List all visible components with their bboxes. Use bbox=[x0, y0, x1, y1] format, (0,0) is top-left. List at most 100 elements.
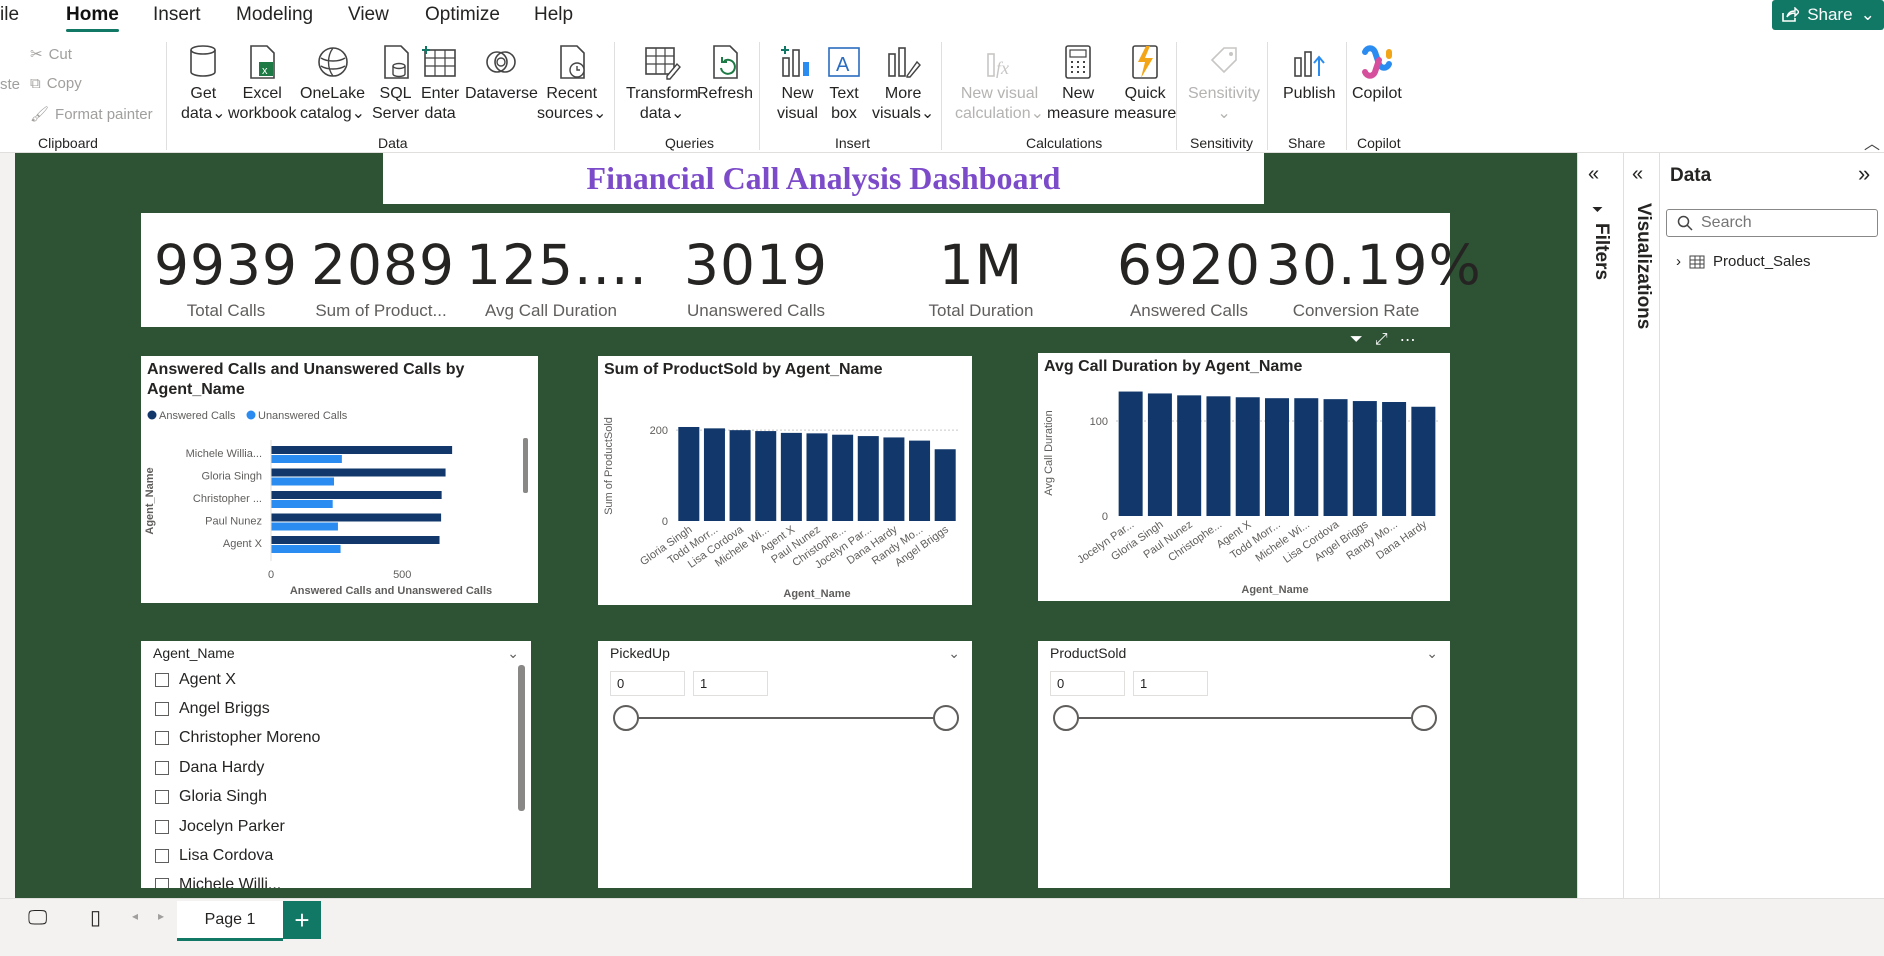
menu-help[interactable]: Help bbox=[534, 4, 573, 26]
filter-icon[interactable]: ⏷ bbox=[1350, 331, 1363, 349]
more-visuals-button[interactable]: More visuals⌄ bbox=[872, 44, 934, 124]
y-tick-label: 100 bbox=[1090, 416, 1108, 428]
scissors-icon: ✂ bbox=[30, 46, 43, 63]
range-max-handle[interactable] bbox=[933, 705, 959, 731]
menu-insert[interactable]: Insert bbox=[153, 4, 201, 26]
recent-sources-button[interactable]: Recent sources⌄ bbox=[537, 44, 606, 124]
format-painter-button[interactable]: 🖌 Format painter bbox=[30, 105, 153, 124]
new-visual-button[interactable]: New visual bbox=[777, 44, 818, 124]
range-min-handle[interactable] bbox=[1053, 705, 1079, 731]
quick-measure-button[interactable]: Quick measure bbox=[1114, 44, 1176, 124]
chart-answered-unanswered[interactable]: Answered Calls and Unanswered Calls by A… bbox=[141, 356, 538, 603]
transform-data-button[interactable]: Transform data⌄ bbox=[626, 44, 698, 124]
checkbox[interactable] bbox=[155, 731, 169, 745]
checkbox[interactable] bbox=[155, 761, 169, 775]
publish-button[interactable]: Publish bbox=[1283, 44, 1335, 104]
get-data-button[interactable]: Get data⌄ bbox=[181, 44, 226, 124]
sql-server-button[interactable]: SQL Server bbox=[372, 44, 419, 124]
slicer-item[interactable]: Lisa Cordova bbox=[155, 847, 273, 865]
bar bbox=[832, 434, 854, 521]
refresh-button[interactable]: Refresh bbox=[697, 44, 753, 104]
mobile-layout-icon[interactable]: ▯ bbox=[90, 905, 101, 930]
kpi-unanswered-calls[interactable]: 3019 Unanswered Calls bbox=[641, 213, 871, 321]
menu-file[interactable]: ile bbox=[0, 4, 19, 26]
checkbox[interactable] bbox=[155, 849, 169, 863]
kpi-sum-product[interactable]: 2089 Sum of Product... bbox=[311, 213, 454, 321]
onelake-catalog-button[interactable]: OneLake catalog⌄ bbox=[300, 44, 365, 124]
next-page-icon[interactable]: ▸ bbox=[158, 909, 164, 923]
more-options-icon[interactable]: ⋯ bbox=[1400, 330, 1416, 350]
visualizations-pane-collapsed[interactable]: « Visualizations bbox=[1623, 153, 1659, 898]
slicer-header: ProductSold bbox=[1050, 645, 1127, 661]
kpi-total-duration[interactable]: 1M Total Duration bbox=[881, 213, 1081, 321]
focus-mode-icon[interactable]: ⤢ bbox=[1375, 331, 1388, 349]
slicer-item[interactable]: Agent X bbox=[155, 671, 236, 689]
menu-home[interactable]: Home bbox=[66, 4, 119, 32]
new-visual-calculation-button[interactable]: fx New visual calculation⌄ bbox=[955, 44, 1044, 124]
chevron-down-icon[interactable]: ⌄ bbox=[1426, 645, 1438, 662]
enter-data-button[interactable]: Enter data bbox=[421, 44, 459, 124]
page-tab-1[interactable]: Page 1 bbox=[177, 901, 283, 941]
checkbox[interactable] bbox=[155, 790, 169, 804]
search-box[interactable] bbox=[1666, 209, 1878, 237]
range-min-input[interactable]: 0 bbox=[610, 671, 685, 696]
collapse-ribbon-icon[interactable]: ︿ bbox=[1864, 130, 1880, 154]
chart-svg: 0100Jocelyn Par...Gloria SinghPaul Nunez… bbox=[1043, 391, 1438, 596]
new-measure-button[interactable]: New measure bbox=[1047, 44, 1109, 124]
expand-filters-icon[interactable]: « bbox=[1588, 163, 1599, 186]
table-icon bbox=[422, 46, 456, 77]
checkbox[interactable] bbox=[155, 702, 169, 716]
collapse-data-icon[interactable]: » bbox=[1858, 161, 1870, 187]
range-max-input[interactable]: 1 bbox=[1133, 671, 1208, 696]
copilot-button[interactable]: Copilot bbox=[1352, 44, 1402, 104]
chevron-down-icon[interactable]: ⌄ bbox=[507, 645, 519, 662]
chevron-right-icon[interactable]: › bbox=[1676, 253, 1681, 270]
slicer-item-label: Jocelyn Parker bbox=[179, 818, 285, 835]
slicer-item[interactable]: Jocelyn Parker bbox=[155, 818, 285, 836]
kpi-conversion-rate[interactable]: 30.19% Conversion Rate bbox=[1266, 213, 1482, 321]
chart-productsold[interactable]: Sum of ProductSold by Agent_Name 0 200 Glo… bbox=[598, 356, 972, 605]
prev-page-icon[interactable]: ◂ bbox=[132, 909, 138, 923]
table-item-product-sales[interactable]: › Product_Sales bbox=[1676, 253, 1811, 270]
menu-optimize[interactable]: Optimize bbox=[425, 4, 500, 26]
kpi-label: Sum of Product... bbox=[315, 301, 447, 320]
slicer-item[interactable]: Michele Willi... bbox=[155, 876, 281, 888]
expand-visualizations-icon[interactable]: « bbox=[1632, 163, 1643, 186]
slicer-item[interactable]: Christopher Moreno bbox=[155, 729, 320, 747]
range-max-handle[interactable] bbox=[1411, 705, 1437, 731]
checkbox[interactable] bbox=[155, 878, 169, 888]
copy-button[interactable]: ⧉ Copy bbox=[30, 75, 82, 92]
checkbox[interactable] bbox=[155, 673, 169, 687]
scrollbar[interactable] bbox=[518, 665, 525, 811]
cut-button[interactable]: ✂ Cut bbox=[30, 45, 72, 64]
text-box-button[interactable]: A Text box bbox=[826, 44, 862, 124]
kpi-answered-calls[interactable]: 6920 Answered Calls bbox=[1089, 213, 1289, 321]
paste-button[interactable]: ste bbox=[0, 76, 20, 93]
menu-view[interactable]: View bbox=[348, 4, 389, 26]
kpi-value: 30.19% bbox=[1266, 233, 1482, 297]
dataverse-button[interactable]: Dataverse bbox=[465, 44, 538, 104]
chart-avg-duration[interactable]: Avg Call Duration by Agent_Name 0 100 Joce… bbox=[1038, 353, 1450, 601]
slicer-item[interactable]: Dana Hardy bbox=[155, 759, 264, 777]
x-axis-title: Answered Calls and Unanswered Calls bbox=[290, 585, 492, 597]
search-icon bbox=[1677, 215, 1693, 231]
sensitivity-button[interactable]: Sensitivity ⌄ bbox=[1188, 44, 1260, 124]
share-button[interactable]: Share ⌄ bbox=[1772, 0, 1884, 30]
excel-workbook-button[interactable]: x Excel workbook bbox=[228, 44, 296, 124]
slicer-item[interactable]: Gloria Singh bbox=[155, 788, 267, 806]
range-min-input[interactable]: 0 bbox=[1050, 671, 1125, 696]
filters-pane-collapsed[interactable]: « ⏷ Filters bbox=[1577, 153, 1623, 898]
slicer-item[interactable]: Angel Briggs bbox=[155, 700, 270, 718]
dashboard-title: Financial Call Analysis Dashboard bbox=[383, 153, 1264, 204]
kpi-avg-call-duration[interactable]: 125.... Avg Call Duration bbox=[466, 213, 647, 321]
checkbox[interactable] bbox=[155, 820, 169, 834]
menu-modeling[interactable]: Modeling bbox=[236, 4, 313, 26]
bar bbox=[271, 446, 453, 454]
chevron-down-icon[interactable]: ⌄ bbox=[948, 645, 960, 662]
desktop-layout-icon[interactable]: 🖵 bbox=[28, 907, 47, 930]
range-min-handle[interactable] bbox=[613, 705, 639, 731]
range-max-input[interactable]: 1 bbox=[693, 671, 768, 696]
kpi-total-calls[interactable]: 9939 Total Calls bbox=[141, 213, 311, 321]
search-input[interactable] bbox=[1701, 214, 1861, 232]
add-page-button[interactable]: + bbox=[283, 901, 321, 939]
